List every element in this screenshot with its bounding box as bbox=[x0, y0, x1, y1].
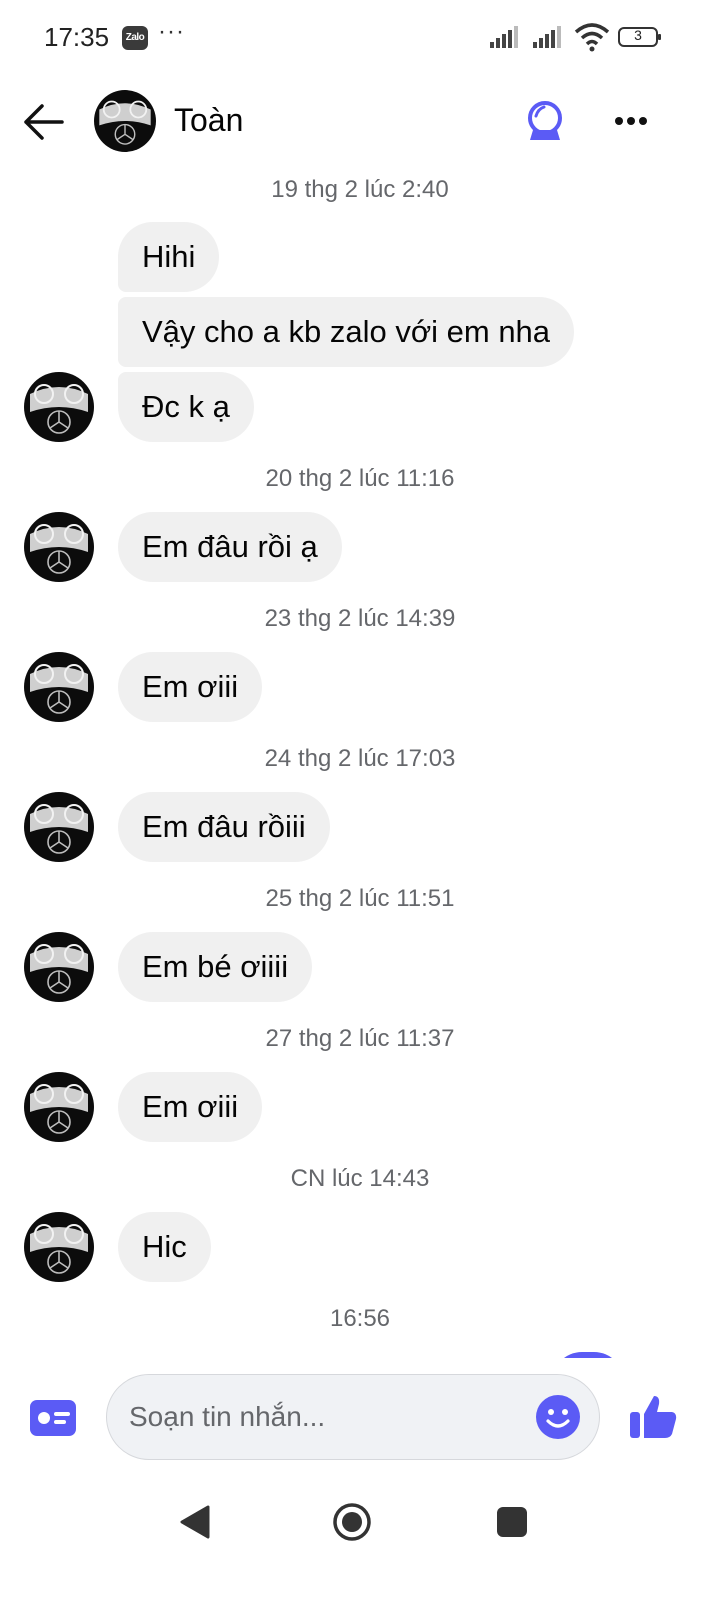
message-timestamp: 24 thg 2 lúc 17:03 bbox=[264, 745, 456, 772]
chat-header: Toàn bbox=[0, 78, 720, 166]
sender-avatar[interactable] bbox=[24, 932, 94, 1002]
battery-level: 3 bbox=[634, 27, 642, 43]
message-timestamp: CN lúc 14:43 bbox=[290, 1165, 430, 1192]
contact-card-icon[interactable] bbox=[30, 1400, 76, 1436]
status-more-icon: ··· bbox=[158, 18, 185, 45]
sender-avatar[interactable] bbox=[24, 1072, 94, 1142]
sender-avatar[interactable] bbox=[24, 652, 94, 722]
contact-name[interactable]: Toàn bbox=[174, 102, 243, 139]
nav-recent-apps-icon[interactable] bbox=[496, 1506, 528, 1538]
message-timestamp: 23 thg 2 lúc 14:39 bbox=[264, 605, 456, 632]
message-bubble[interactable]: Hihi bbox=[118, 222, 220, 292]
crystal-ball-icon[interactable] bbox=[522, 98, 568, 144]
wifi-icon bbox=[574, 23, 610, 52]
more-options-icon[interactable] bbox=[610, 100, 652, 142]
message-timestamp: 27 thg 2 lúc 11:37 bbox=[265, 1025, 455, 1052]
message-bubble[interactable]: Em đâu rồiii bbox=[118, 792, 330, 862]
sender-avatar[interactable] bbox=[24, 792, 94, 862]
message-timestamp: 19 thg 2 lúc 2:40 bbox=[271, 176, 449, 203]
message-composer bbox=[0, 1358, 720, 1478]
message-timestamp: 25 thg 2 lúc 11:51 bbox=[265, 885, 455, 912]
message-bubble[interactable]: Em ơiii bbox=[118, 1072, 263, 1142]
sender-avatar[interactable] bbox=[24, 1212, 94, 1282]
status-time: 17:35 bbox=[44, 22, 110, 52]
status-bar: 17:35 Zalo ··· 3 bbox=[0, 0, 720, 78]
message-thread[interactable]: 19 thg 2 lúc 2:40 Hihi Vậy cho a kb zalo… bbox=[0, 166, 720, 1358]
message-bubble[interactable]: Hic bbox=[118, 1212, 211, 1282]
sender-avatar[interactable] bbox=[24, 512, 94, 582]
emoji-icon[interactable] bbox=[535, 1394, 581, 1440]
message-bubble[interactable]: Em ơiii bbox=[118, 652, 263, 722]
system-nav-bar bbox=[0, 1478, 720, 1600]
zalo-notification-icon: Zalo bbox=[122, 26, 148, 50]
signal-icon bbox=[533, 26, 561, 48]
message-bubble[interactable]: Vậy cho a kb zalo với em nha bbox=[118, 297, 575, 367]
message-input[interactable] bbox=[129, 1375, 529, 1459]
message-timestamp: 20 thg 2 lúc 11:16 bbox=[265, 465, 455, 492]
back-arrow-icon[interactable] bbox=[20, 100, 66, 144]
sender-avatar[interactable] bbox=[24, 372, 94, 442]
contact-avatar[interactable] bbox=[94, 90, 156, 152]
thumbs-up-icon[interactable] bbox=[628, 1392, 678, 1442]
signal-icon bbox=[490, 26, 518, 48]
message-bubble[interactable]: Em bé ơiiii bbox=[118, 932, 313, 1002]
message-input-wrapper bbox=[106, 1374, 600, 1460]
message-timestamp: 16:56 bbox=[329, 1305, 391, 1332]
message-bubble[interactable]: Đc k ạ bbox=[118, 372, 254, 442]
nav-back-icon[interactable] bbox=[178, 1504, 212, 1540]
nav-home-icon[interactable] bbox=[332, 1502, 372, 1542]
message-bubble[interactable]: Em đâu rồi ạ bbox=[118, 512, 342, 582]
